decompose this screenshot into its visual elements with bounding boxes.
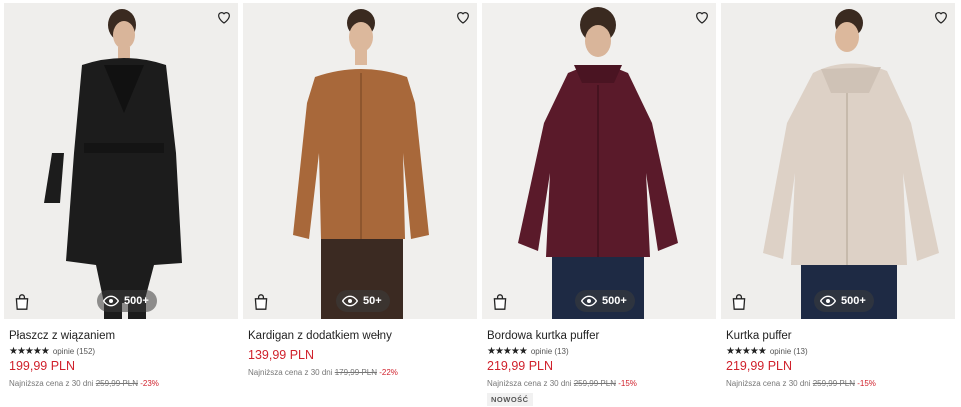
reviews-count[interactable]: opinie (13) bbox=[770, 347, 808, 356]
views-badge: 500+ bbox=[814, 290, 874, 312]
product-title[interactable]: Bordowa kurtka puffer bbox=[487, 329, 711, 343]
eye-icon bbox=[820, 295, 836, 307]
shopping-bag-icon[interactable] bbox=[731, 293, 747, 311]
heart-icon[interactable] bbox=[933, 9, 949, 25]
product-price: 199,99 PLN bbox=[9, 359, 76, 373]
eye-icon bbox=[342, 295, 358, 307]
product-card[interactable]: 500+ Płaszcz z wiązaniem ★★★★★ opinie (1… bbox=[4, 3, 238, 397]
product-image[interactable]: 50+ bbox=[243, 3, 477, 319]
product-card[interactable]: 500+ Kurtka puffer ★★★★★ opinie (13) 219… bbox=[721, 3, 955, 397]
lowest-price-info: Najniższa cena z 30 dni 259,99 PLN -15% bbox=[487, 379, 711, 388]
product-card[interactable]: 500+ Bordowa kurtka puffer ★★★★★ opinie … bbox=[482, 3, 716, 406]
lowest-price-info: Najniższa cena z 30 dni 259,99 PLN -15% bbox=[726, 379, 950, 388]
product-card[interactable]: 50+ Kardigan z dodatkiem wełny 139,99 PL… bbox=[243, 3, 477, 397]
rating: ★★★★★ opinie (13) bbox=[726, 346, 950, 357]
product-price: 219,99 PLN bbox=[726, 359, 793, 373]
lowest-price-info: Najniższa cena z 30 dni 179,99 PLN -22% bbox=[248, 368, 472, 377]
star-rating-icon: ★★★★★ bbox=[487, 345, 528, 357]
discount: -15% bbox=[618, 379, 637, 388]
lowest-price-label: Najniższa cena z 30 dni bbox=[248, 368, 333, 377]
rating: ★★★★★ opinie (152) bbox=[9, 346, 233, 357]
views-count: 500+ bbox=[841, 295, 866, 307]
product-image[interactable]: 500+ bbox=[721, 3, 955, 319]
views-badge: 500+ bbox=[97, 290, 157, 312]
discount: -15% bbox=[857, 379, 876, 388]
views-count: 500+ bbox=[124, 295, 149, 307]
product-title[interactable]: Płaszcz z wiązaniem bbox=[9, 329, 233, 343]
product-photo bbox=[243, 3, 477, 319]
product-title[interactable]: Kurtka puffer bbox=[726, 329, 950, 343]
eye-icon bbox=[103, 295, 119, 307]
old-price: 259,99 PLN bbox=[812, 379, 855, 388]
old-price: 259,99 PLN bbox=[95, 379, 138, 388]
old-price: 179,99 PLN bbox=[334, 368, 377, 377]
product-image[interactable]: 500+ bbox=[482, 3, 716, 319]
product-title[interactable]: Kardigan z dodatkiem wełny bbox=[248, 329, 472, 343]
views-count: 500+ bbox=[602, 295, 627, 307]
views-badge: 50+ bbox=[336, 290, 390, 312]
discount: -23% bbox=[140, 379, 159, 388]
reviews-count[interactable]: opinie (152) bbox=[53, 347, 95, 356]
lowest-price-label: Najniższa cena z 30 dni bbox=[9, 379, 94, 388]
product-photo bbox=[721, 3, 955, 319]
rating: ★★★★★ opinie (13) bbox=[487, 346, 711, 357]
product-price: 219,99 PLN bbox=[487, 359, 554, 373]
shopping-bag-icon[interactable] bbox=[253, 293, 269, 311]
heart-icon[interactable] bbox=[216, 9, 232, 25]
product-photo bbox=[482, 3, 716, 319]
shopping-bag-icon[interactable] bbox=[14, 293, 30, 311]
discount: -22% bbox=[379, 368, 398, 377]
product-grid: 500+ Płaszcz z wiązaniem ★★★★★ opinie (1… bbox=[4, 3, 957, 406]
heart-icon[interactable] bbox=[694, 9, 710, 25]
product-image[interactable]: 500+ bbox=[4, 3, 238, 319]
heart-icon[interactable] bbox=[455, 9, 471, 25]
lowest-price-info: Najniższa cena z 30 dni 259,99 PLN -23% bbox=[9, 379, 233, 388]
star-rating-icon: ★★★★★ bbox=[9, 345, 50, 357]
shopping-bag-icon[interactable] bbox=[492, 293, 508, 311]
star-rating-icon: ★★★★★ bbox=[726, 345, 767, 357]
eye-icon bbox=[581, 295, 597, 307]
old-price: 259,99 PLN bbox=[573, 379, 616, 388]
product-price: 139,99 PLN bbox=[248, 348, 315, 362]
reviews-count[interactable]: opinie (13) bbox=[531, 347, 569, 356]
views-count: 50+ bbox=[363, 295, 382, 307]
lowest-price-label: Najniższa cena z 30 dni bbox=[726, 379, 811, 388]
lowest-price-label: Najniższa cena z 30 dni bbox=[487, 379, 572, 388]
product-photo bbox=[4, 3, 238, 319]
views-badge: 500+ bbox=[575, 290, 635, 312]
